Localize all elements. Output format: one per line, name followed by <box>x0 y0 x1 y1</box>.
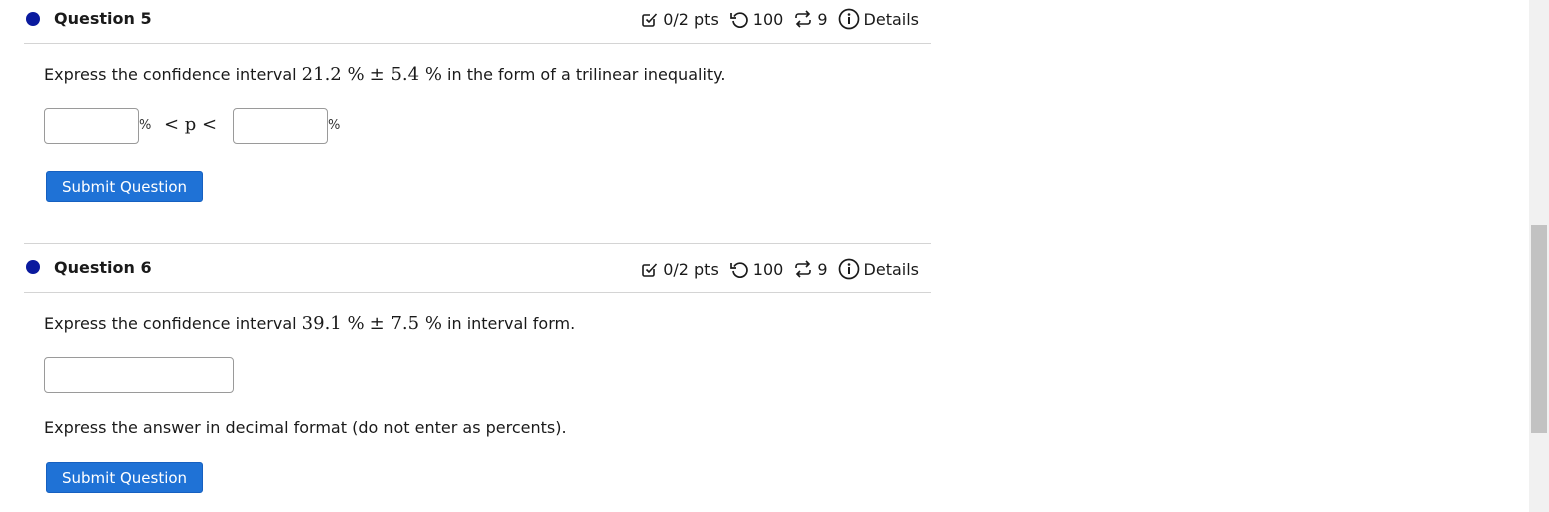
details-link[interactable]: Details <box>838 258 919 280</box>
question-header: Question 5 0/2 pts 100 9 Details <box>24 0 931 44</box>
retry-icon <box>795 260 812 278</box>
points-indicator: 0/2 pts <box>641 10 719 29</box>
inequality-expression: < p < <box>164 114 217 135</box>
percent-sign-right: % <box>328 118 341 133</box>
prompt-plusminus: ± 5.4 % <box>369 64 442 85</box>
lower-bound-input[interactable] <box>44 108 139 144</box>
question-title: Question 5 <box>54 9 152 28</box>
undo-icon <box>729 262 748 278</box>
info-icon[interactable] <box>838 8 860 30</box>
prompt-text-after: in the form of a trilinear inequality. <box>441 65 726 84</box>
attempts-text: 100 <box>752 9 784 29</box>
submit-question-button[interactable]: Submit Question <box>46 462 204 493</box>
prompt-text-after: in interval form. <box>441 314 576 333</box>
interval-answer-input[interactable] <box>44 357 234 393</box>
question-5: Question 5 0/2 pts 100 9 Details Express… <box>24 0 931 202</box>
submit-question-button[interactable]: Submit Question <box>46 171 204 202</box>
inequality-text: < p < <box>164 114 218 135</box>
points-text: 0/2 pts <box>663 259 719 279</box>
prompt-value: 21.2 % <box>301 64 365 85</box>
question-prompt: Express the confidence interval 21.2 % ±… <box>44 64 725 85</box>
question-prompt: Express the confidence interval 39.1 % ±… <box>44 313 575 334</box>
question-bullet-icon <box>26 12 40 26</box>
upper-bound-input[interactable] <box>233 108 328 144</box>
question-6: Question 6 0/2 pts 100 9 Details Express… <box>24 243 931 493</box>
question-header: Question 6 0/2 pts 100 9 Details <box>24 244 931 293</box>
retries-indicator: 9 <box>793 259 828 279</box>
retries-indicator: 9 <box>793 9 828 29</box>
prompt-text-before: Express the confidence interval <box>44 65 302 84</box>
answer-format-note: Express the answer in decimal format (do… <box>44 418 567 437</box>
prompt-text-before: Express the confidence interval <box>44 314 302 333</box>
question-meta: 0/2 pts 100 9 Details <box>641 258 919 280</box>
percent-sign-left: % <box>139 118 152 133</box>
points-text: 0/2 pts <box>663 9 719 29</box>
undo-icon <box>729 12 748 28</box>
scrollbar-thumb[interactable] <box>1531 225 1547 433</box>
attempts-indicator: 100 <box>729 9 784 29</box>
attempts-text: 100 <box>752 259 784 279</box>
retries-text: 9 <box>817 9 828 29</box>
prompt-value: 39.1 % <box>301 313 365 334</box>
details-text[interactable]: Details <box>864 10 919 29</box>
question-bullet-icon <box>26 260 40 274</box>
details-text[interactable]: Details <box>864 260 919 279</box>
info-icon[interactable] <box>838 258 860 280</box>
checkbox-pencil-icon <box>642 263 658 277</box>
details-link[interactable]: Details <box>838 8 919 30</box>
checkbox-pencil-icon <box>642 13 658 27</box>
attempts-indicator: 100 <box>729 259 784 279</box>
retry-icon <box>795 10 812 28</box>
retries-text: 9 <box>817 259 828 279</box>
question-title: Question 6 <box>54 258 152 277</box>
points-indicator: 0/2 pts <box>641 260 719 279</box>
question-meta: 0/2 pts 100 9 Details <box>641 8 919 30</box>
prompt-plusminus: ± 7.5 % <box>369 313 442 334</box>
